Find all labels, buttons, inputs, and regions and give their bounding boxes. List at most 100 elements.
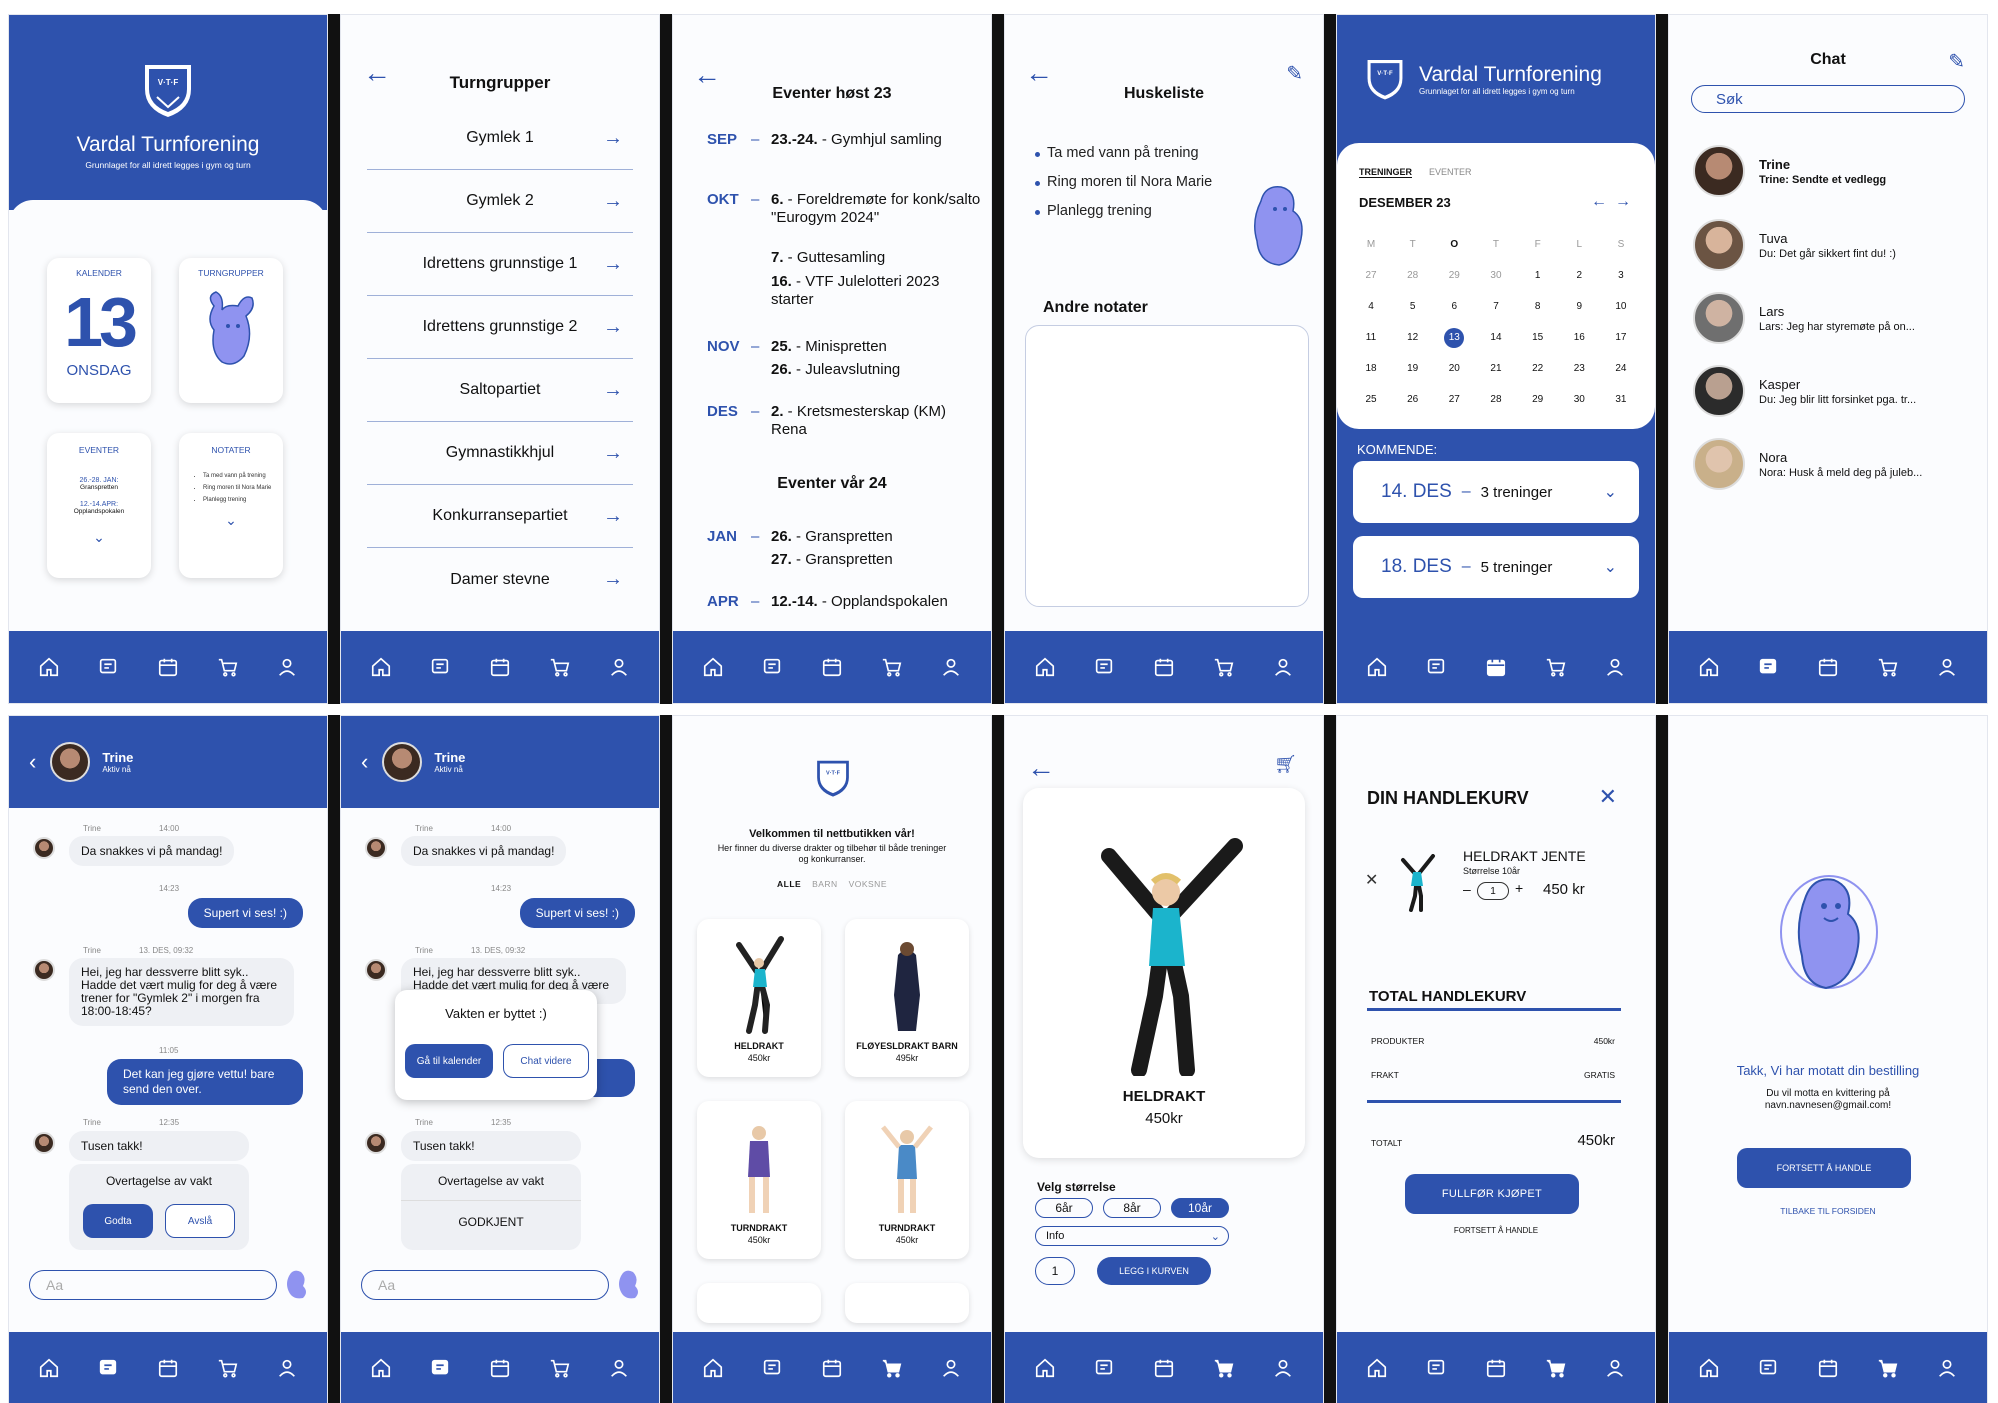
next-month-icon[interactable]: → bbox=[1615, 193, 1631, 211]
message-input[interactable]: Aa bbox=[361, 1270, 609, 1300]
calendar-icon[interactable] bbox=[487, 654, 513, 680]
day-cell[interactable]: 16 bbox=[1563, 332, 1595, 343]
events-card[interactable]: EVENTER 26.-28. JAN: Granspretten 12.-14… bbox=[47, 433, 151, 578]
cart-icon[interactable]: 🛒︎ bbox=[1274, 754, 1297, 775]
cart-icon[interactable] bbox=[879, 654, 905, 680]
day-cell[interactable]: 15 bbox=[1522, 332, 1554, 343]
profile-icon[interactable] bbox=[606, 1355, 632, 1381]
notes-icon[interactable] bbox=[427, 654, 453, 680]
calendar-icon[interactable] bbox=[155, 1355, 181, 1381]
day-cell-today[interactable]: 13 bbox=[1444, 327, 1465, 348]
product-card[interactable] bbox=[845, 1283, 969, 1323]
cart-icon[interactable] bbox=[547, 654, 573, 680]
calendar-icon[interactable] bbox=[1815, 1355, 1841, 1381]
product-card[interactable]: HELDRAKT 450kr bbox=[697, 919, 821, 1077]
accept-button[interactable]: Godta bbox=[83, 1204, 153, 1238]
group-item[interactable]: Konkurransepartiet → bbox=[367, 485, 633, 548]
back-arrow-icon[interactable]: ‹ bbox=[29, 749, 36, 775]
group-item[interactable]: Gymlek 1 → bbox=[367, 107, 633, 170]
profile-icon[interactable] bbox=[1602, 654, 1628, 680]
day-cell[interactable]: 21 bbox=[1480, 363, 1512, 374]
size-option-selected[interactable]: 10år bbox=[1171, 1198, 1229, 1218]
chat-item[interactable]: Kasper Du: Jeg blir litt forsinket pga. t… bbox=[1693, 361, 1967, 421]
day-cell[interactable]: 30 bbox=[1563, 394, 1595, 405]
add-to-cart-button[interactable]: LEGG I KURVEN bbox=[1097, 1257, 1211, 1285]
filter-adults[interactable]: VOKSNE bbox=[849, 879, 887, 889]
notes-icon[interactable] bbox=[427, 1355, 453, 1381]
chat-item[interactable]: Trine Trine: Sendte et vedlegg bbox=[1693, 141, 1967, 201]
day-cell[interactable]: 18 bbox=[1355, 363, 1387, 374]
day-cell[interactable]: 3 bbox=[1605, 270, 1637, 281]
continue-chat-button[interactable]: Chat videre bbox=[503, 1044, 589, 1078]
day-cell[interactable]: 20 bbox=[1438, 363, 1470, 374]
home-icon[interactable] bbox=[1696, 1355, 1722, 1381]
decline-button[interactable]: Avslå bbox=[165, 1204, 235, 1238]
day-cell[interactable]: 29 bbox=[1522, 394, 1554, 405]
profile-icon[interactable] bbox=[1602, 1355, 1628, 1381]
group-item[interactable]: Gymnastikkhjul → bbox=[367, 422, 633, 485]
day-cell[interactable]: 2 bbox=[1563, 270, 1595, 281]
home-icon[interactable] bbox=[1364, 654, 1390, 680]
remove-item-icon[interactable]: ✕ bbox=[1365, 870, 1378, 890]
upcoming-item[interactable]: 18. DES – 5 treninger ⌄ bbox=[1353, 536, 1639, 598]
calendar-icon[interactable] bbox=[1483, 654, 1509, 680]
notes-icon[interactable] bbox=[1755, 654, 1781, 680]
calendar-icon[interactable] bbox=[155, 654, 181, 680]
group-item[interactable]: Gymlek 2 → bbox=[367, 170, 633, 233]
day-cell[interactable]: 28 bbox=[1397, 270, 1429, 281]
notes-card[interactable]: NOTATER Ta med vann på trening Ring more… bbox=[179, 433, 283, 578]
day-cell[interactable]: 10 bbox=[1605, 301, 1637, 312]
profile-icon[interactable] bbox=[1934, 654, 1960, 680]
chat-item[interactable]: Tuva Du: Det går sikkert fint du! :) bbox=[1693, 215, 1967, 275]
chat-item[interactable]: Lars Lars: Jeg har styremøte på on... bbox=[1693, 288, 1967, 348]
notes-icon[interactable] bbox=[95, 1355, 121, 1381]
increase-qty-button[interactable]: + bbox=[1515, 880, 1523, 896]
day-cell[interactable]: 1 bbox=[1522, 270, 1554, 281]
mascot-icon[interactable] bbox=[283, 1268, 311, 1300]
day-cell[interactable]: 14 bbox=[1480, 332, 1512, 343]
filter-children[interactable]: BARN bbox=[812, 879, 838, 889]
profile-icon[interactable] bbox=[1270, 1355, 1296, 1381]
cart-icon[interactable] bbox=[215, 654, 241, 680]
edit-icon[interactable]: ✎ bbox=[1286, 61, 1303, 86]
upcoming-item[interactable]: 14. DES – 3 treninger ⌄ bbox=[1353, 461, 1639, 523]
quantity-input[interactable]: 1 bbox=[1035, 1257, 1075, 1285]
calendar-icon[interactable] bbox=[1815, 654, 1841, 680]
profile-icon[interactable] bbox=[274, 654, 300, 680]
day-cell[interactable]: 17 bbox=[1605, 332, 1637, 343]
home-icon[interactable] bbox=[1696, 654, 1722, 680]
day-cell[interactable]: 30 bbox=[1480, 270, 1512, 281]
continue-shopping-link[interactable]: FORTSETT Å HANDLE bbox=[1337, 1226, 1655, 1235]
go-to-calendar-button[interactable]: Gå til kalender bbox=[405, 1044, 493, 1078]
day-cell[interactable]: 8 bbox=[1522, 301, 1554, 312]
notes-icon[interactable] bbox=[1423, 1355, 1449, 1381]
day-cell[interactable]: 5 bbox=[1397, 301, 1429, 312]
day-cell[interactable]: 23 bbox=[1563, 363, 1595, 374]
calendar-icon[interactable] bbox=[1151, 1355, 1177, 1381]
product-card[interactable]: FLØYESLDRAKT BARN 495kr bbox=[845, 919, 969, 1077]
filter-all[interactable]: ALLE bbox=[777, 879, 801, 889]
mascot-icon[interactable] bbox=[615, 1268, 643, 1300]
cart-icon[interactable] bbox=[215, 1355, 241, 1381]
day-cell[interactable]: 22 bbox=[1522, 363, 1554, 374]
group-item[interactable]: Saltopartiet → bbox=[367, 359, 633, 422]
cart-icon[interactable] bbox=[1543, 654, 1569, 680]
home-icon[interactable] bbox=[368, 1355, 394, 1381]
decrease-qty-button[interactable]: – bbox=[1463, 881, 1471, 897]
calendar-icon[interactable] bbox=[819, 654, 845, 680]
day-cell[interactable]: 26 bbox=[1397, 394, 1429, 405]
day-cell[interactable]: 24 bbox=[1605, 363, 1637, 374]
profile-icon[interactable] bbox=[274, 1355, 300, 1381]
profile-icon[interactable] bbox=[1270, 654, 1296, 680]
day-cell[interactable]: 19 bbox=[1397, 363, 1429, 374]
day-cell[interactable]: 9 bbox=[1563, 301, 1595, 312]
home-icon[interactable] bbox=[700, 1355, 726, 1381]
product-card[interactable]: TURNDRAKT 450kr bbox=[697, 1101, 821, 1259]
back-arrow-icon[interactable]: ← bbox=[1027, 754, 1055, 782]
group-item[interactable]: Idrettens grunnstige 2 → bbox=[367, 296, 633, 359]
back-arrow-icon[interactable]: ‹ bbox=[361, 749, 368, 775]
home-icon[interactable] bbox=[1032, 654, 1058, 680]
prev-month-icon[interactable]: ← bbox=[1591, 193, 1607, 211]
cart-icon[interactable] bbox=[1875, 654, 1901, 680]
notes-icon[interactable] bbox=[759, 1355, 785, 1381]
